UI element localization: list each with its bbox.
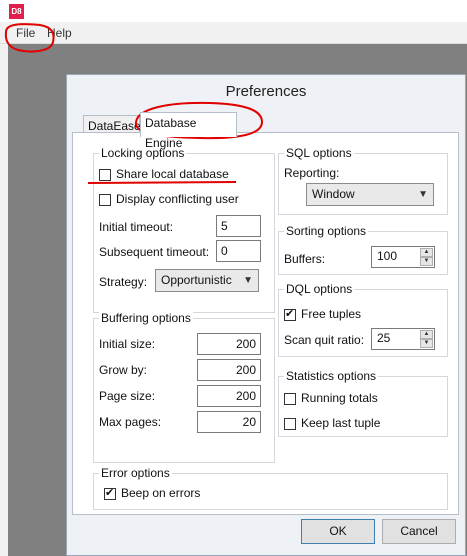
cancel-button[interactable]: Cancel [382, 519, 456, 544]
free-tuples-label: Free tuples [301, 307, 362, 321]
initial-timeout-label: Initial timeout: [99, 220, 174, 234]
initial-timeout-input[interactable]: 5 [216, 215, 261, 237]
sql-options-title: SQL options [284, 146, 354, 160]
dql-options-group: DQL options Free tuples Scan quit ratio:… [278, 282, 448, 357]
app-logo-icon: D8 [9, 4, 24, 19]
buffers-spinbox[interactable]: 100 ▲ ▼ [371, 246, 435, 268]
error-options-title: Error options [99, 466, 172, 480]
page-size-input[interactable]: 200 [197, 385, 261, 407]
share-local-database-checkbox[interactable] [99, 169, 111, 181]
sorting-options-title: Sorting options [284, 224, 369, 238]
max-pages-input[interactable]: 20 [197, 411, 261, 433]
buffers-label: Buffers: [284, 252, 326, 266]
locking-options-group: Locking options Share local database Dis… [93, 146, 275, 313]
subsequent-timeout-input[interactable]: 0 [216, 240, 261, 262]
initial-size-input[interactable]: 200 [197, 333, 261, 355]
keep-last-tuple-checkbox[interactable] [284, 418, 296, 430]
running-totals-label: Running totals [301, 391, 378, 405]
scan-quit-ratio-spinbox[interactable]: 25 ▲ ▼ [371, 328, 435, 350]
title-bar [0, 0, 467, 22]
statistics-options-group: Statistics options Running totals Keep l… [278, 369, 448, 437]
buffers-value: 100 [377, 249, 398, 263]
preferences-dialog: Preferences DataEase Database Engine Loc… [66, 74, 466, 556]
strategy-value: Opportunistic [161, 273, 232, 287]
grow-by-label: Grow by: [99, 363, 148, 377]
grow-by-input[interactable]: 200 [197, 359, 261, 381]
initial-size-label: Initial size: [99, 337, 156, 351]
page-size-label: Page size: [99, 389, 156, 403]
dialog-title: Preferences [225, 83, 307, 100]
keep-last-tuple-label: Keep last tuple [301, 416, 381, 430]
running-totals-checkbox[interactable] [284, 393, 296, 405]
share-local-database-label: Share local database [116, 167, 229, 181]
statistics-options-title: Statistics options [284, 369, 379, 383]
strategy-select[interactable]: Opportunistic ▼ [155, 269, 259, 292]
strategy-label: Strategy: [99, 275, 148, 289]
reporting-select[interactable]: Window ▼ [306, 183, 434, 206]
chevron-down-icon: ▼ [418, 189, 428, 200]
error-options-group: Error options Beep on errors [93, 466, 448, 510]
dql-options-title: DQL options [284, 282, 355, 296]
chevron-down-icon: ▼ [243, 275, 253, 286]
reporting-value: Window [312, 187, 355, 201]
beep-on-errors-label: Beep on errors [121, 486, 201, 500]
spin-down-icon[interactable]: ▼ [420, 339, 433, 348]
free-tuples-checkbox[interactable] [284, 307, 296, 321]
menu-file[interactable]: File [16, 26, 35, 40]
display-conflicting-user-label: Display conflicting user [116, 192, 239, 206]
sql-options-group: SQL options Reporting: Window ▼ [278, 146, 448, 215]
subsequent-timeout-label: Subsequent timeout: [99, 245, 210, 259]
spin-up-icon[interactable]: ▲ [420, 248, 433, 257]
buffering-options-title: Buffering options [99, 311, 193, 325]
menu-help[interactable]: Help [47, 26, 72, 40]
scan-quit-ratio-value: 25 [377, 331, 391, 345]
max-pages-label: Max pages: [99, 415, 162, 429]
reporting-label: Reporting: [284, 166, 340, 180]
display-conflicting-user-checkbox[interactable] [99, 194, 111, 206]
spin-up-icon[interactable]: ▲ [420, 330, 433, 339]
workspace-left-edge [0, 44, 8, 556]
menu-bar: File Help [0, 22, 467, 44]
beep-on-errors-checkbox[interactable] [104, 486, 116, 500]
scan-quit-ratio-label: Scan quit ratio: [284, 333, 365, 347]
ok-button[interactable]: OK [301, 519, 375, 544]
tab-panel-database-engine: Locking options Share local database Dis… [72, 132, 459, 515]
spin-down-icon[interactable]: ▼ [420, 257, 433, 266]
sorting-options-group: Sorting options Buffers: 100 ▲ ▼ [278, 224, 448, 275]
tab-database-engine[interactable]: Database Engine [140, 112, 237, 150]
buffering-options-group: Buffering options Initial size: 200 Grow… [93, 311, 275, 463]
